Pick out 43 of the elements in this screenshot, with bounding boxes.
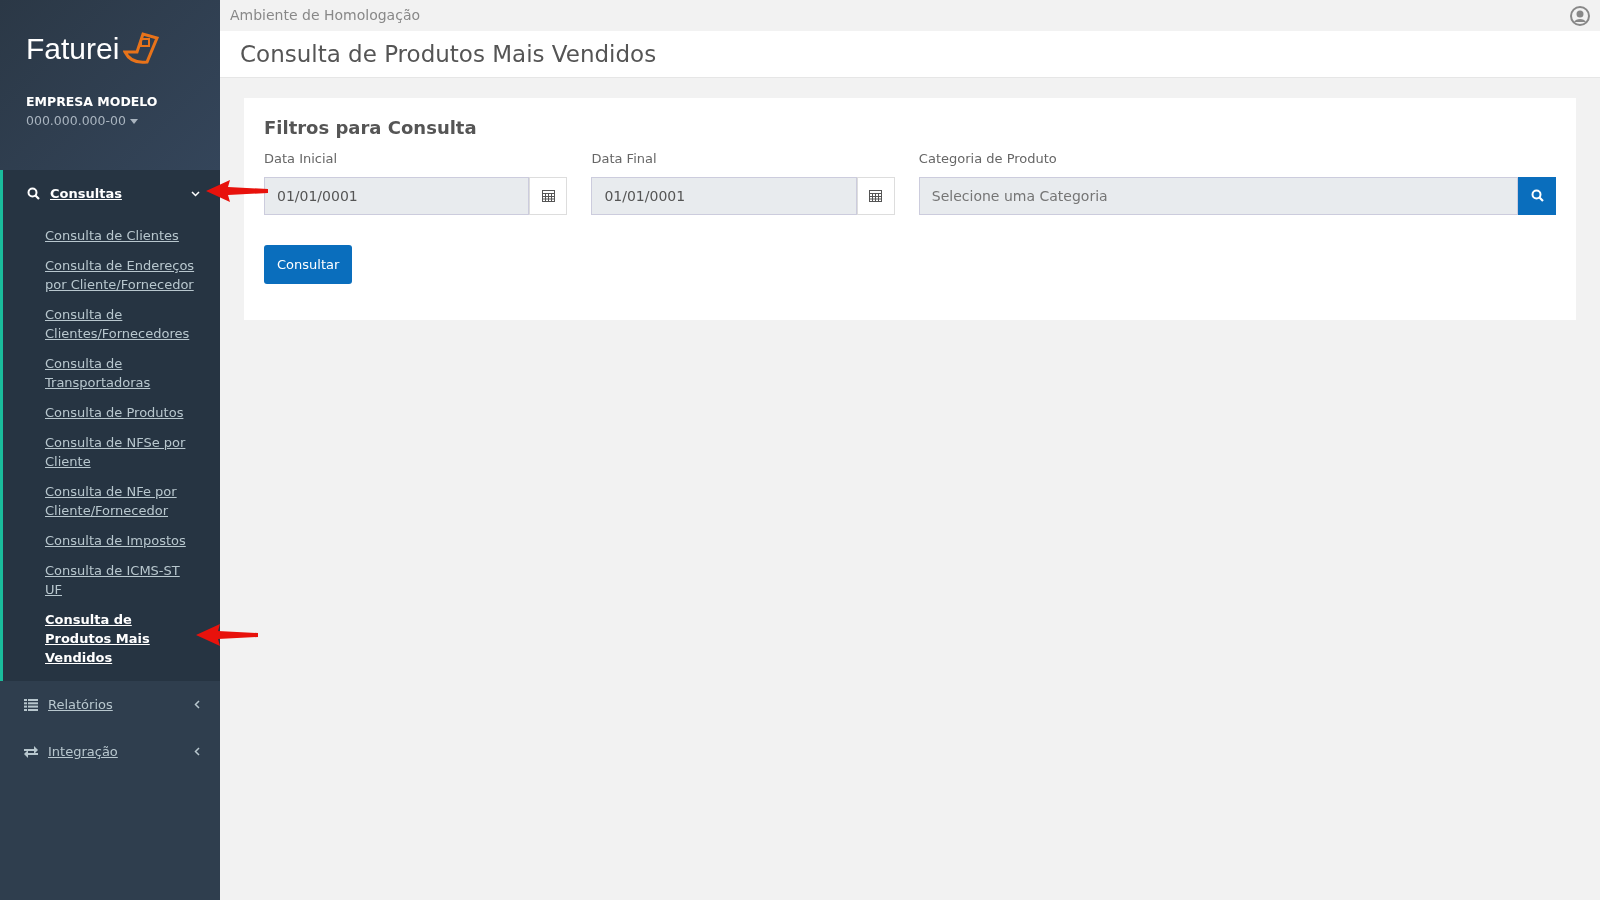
caret-icon xyxy=(129,118,138,124)
annotation-arrow xyxy=(194,622,260,648)
submenu-item[interactable]: Consulta de Transportadoras xyxy=(3,349,220,398)
chevron-down-icon xyxy=(191,190,200,197)
menu-group[interactable]: Integração xyxy=(0,728,220,775)
company-id-dropdown[interactable]: 000.000.000-00 xyxy=(26,111,126,131)
list-icon xyxy=(24,698,38,711)
submenu-item[interactable]: Consulta de Produtos xyxy=(3,398,220,428)
submenu-item[interactable]: Consulta de Impostos xyxy=(3,526,220,556)
search-button[interactable] xyxy=(1518,176,1556,215)
category-field[interactable]: Selecione uma Categoria xyxy=(918,176,1518,215)
submenu-item[interactable]: Consulta de Clientes/Fornecedores xyxy=(3,300,220,349)
submenu-item[interactable]: Consulta de Clientes xyxy=(3,221,220,251)
menu-group[interactable]: Relatórios xyxy=(0,681,220,728)
date-field[interactable]: 01/01/0001 xyxy=(591,176,857,215)
search-button[interactable]: Consultar xyxy=(264,244,353,284)
submenu-item[interactable]: Consulta de NFe por Cliente/Fornecedor xyxy=(3,477,220,526)
logo-text: Faturei xyxy=(26,31,120,67)
submenu-item[interactable]: Consulta de NFSe por Cliente xyxy=(3,428,220,477)
field-label: Categoria de Produto xyxy=(918,150,1058,168)
page-title: Consulta de Produtos Mais Vendidos xyxy=(240,39,657,69)
calendar-button[interactable] xyxy=(529,176,568,215)
search-icon xyxy=(1530,189,1544,202)
calendar-button[interactable] xyxy=(856,176,895,215)
field-label: Data Inicial xyxy=(264,150,339,168)
chevron-left-icon xyxy=(194,700,200,709)
menu-group[interactable]: Consultas xyxy=(0,170,220,217)
chevron-left-icon xyxy=(194,747,200,756)
calendar-icon xyxy=(541,189,555,202)
company-name: EMPRESA MODELO xyxy=(26,93,159,111)
environment-label: Ambiente de Homologação xyxy=(230,6,421,25)
logo-icon xyxy=(123,31,162,66)
submenu-item[interactable]: Consulta de Endereços por Cliente/Fornecedor xyxy=(3,251,220,300)
panel-title: Filtros para Consulta xyxy=(264,116,478,140)
exchange-arrows-icon xyxy=(24,745,38,758)
calendar-icon xyxy=(869,189,883,202)
search-icon xyxy=(27,187,40,200)
submenu-item[interactable]: Consulta de Produtos Mais Vendidos xyxy=(3,605,220,673)
user-avatar-icon[interactable] xyxy=(1570,5,1590,26)
field-label: Data Final xyxy=(591,150,658,168)
date-field[interactable]: 01/01/0001 xyxy=(264,176,530,215)
submenu-item[interactable]: Consulta de ICMS-ST UF xyxy=(3,556,220,605)
annotation-arrow xyxy=(204,178,270,204)
